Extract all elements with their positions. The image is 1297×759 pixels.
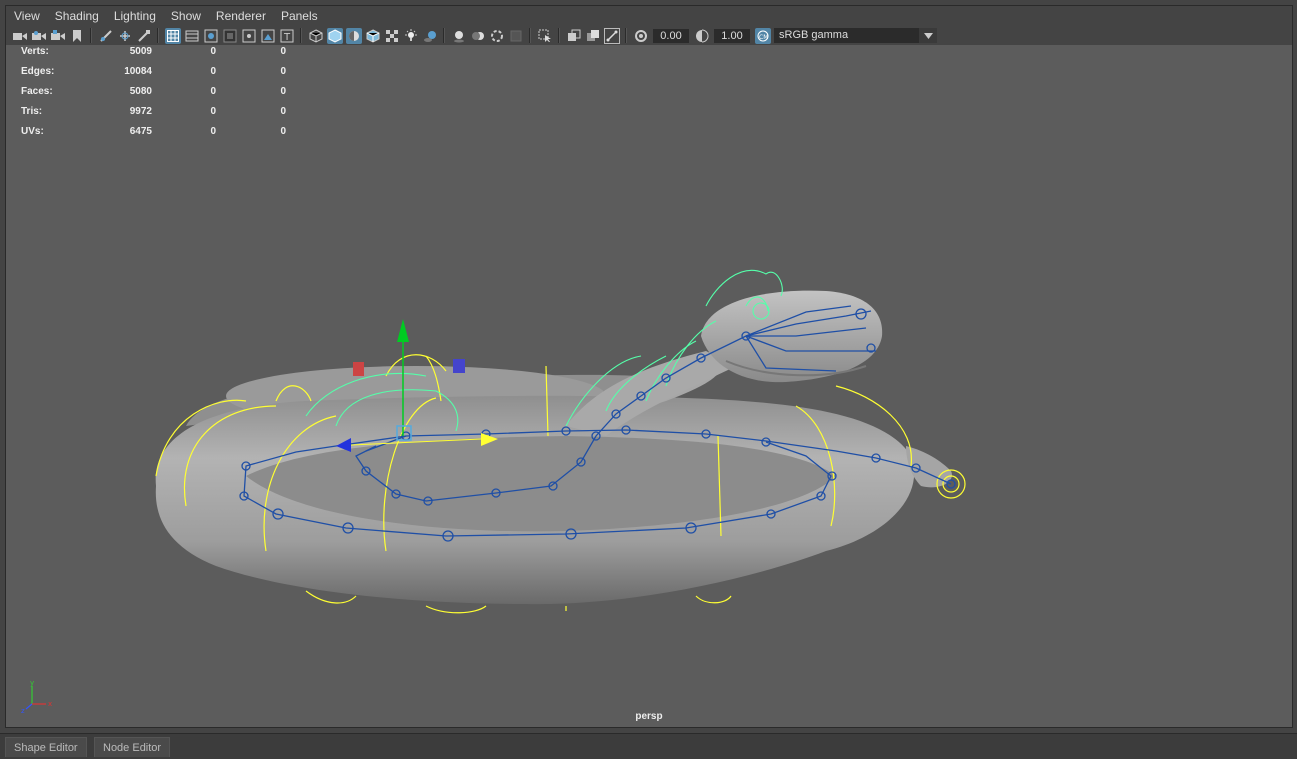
poly-count-hud: Verts: 5009 0 0 Edges: 10084 0 0 Faces: 5080 0 0 Tri… (21, 46, 286, 146)
safe-title-icon[interactable]: T (279, 28, 295, 44)
wireframe-on-shaded-icon[interactable] (365, 28, 381, 44)
hud-value: 0 (210, 86, 216, 97)
hud-row-faces: Faces: 5080 0 0 (21, 86, 286, 106)
hud-value: 5080 (129, 86, 152, 97)
hud-label: Edges: (21, 66, 55, 77)
svg-text:CM: CM (759, 34, 768, 41)
image-plane-icon[interactable] (98, 28, 114, 44)
hud-value: 0 (280, 86, 286, 97)
bottom-tab-bar: Shape Editor Node Editor (0, 733, 1297, 759)
hud-label: Faces: (21, 86, 53, 97)
exposure-field[interactable]: 0.00 (653, 28, 689, 43)
maya-window: View Shading Lighting Show Renderer Panels T (0, 0, 1297, 733)
hud-row-verts: Verts: 5009 0 0 (21, 46, 286, 66)
textured-icon[interactable] (384, 28, 400, 44)
menu-lighting[interactable]: Lighting (109, 6, 166, 26)
viewport-panel[interactable]: View Shading Lighting Show Renderer Panels T (5, 5, 1293, 728)
hud-value: 0 (280, 106, 286, 117)
bookmark-icon[interactable] (50, 28, 66, 44)
safe-action-icon[interactable] (260, 28, 276, 44)
select-camera-icon[interactable] (12, 28, 28, 44)
color-management-icon[interactable]: CM (754, 27, 771, 44)
motion-blur-icon[interactable] (470, 28, 486, 44)
hud-value: 0 (280, 46, 286, 57)
hud-value: 5009 (129, 46, 152, 57)
hud-value: 0 (210, 126, 216, 137)
resolution-gate-icon[interactable] (203, 28, 219, 44)
gamma-icon[interactable] (694, 28, 710, 44)
panel-toolbar: T 0.00 1.00 CM sRGB gamma (6, 26, 1292, 45)
grid-icon[interactable] (164, 27, 181, 44)
hud-label: Verts: (21, 46, 49, 57)
color-space-value: sRGB gamma (774, 28, 919, 43)
smooth-shade-icon[interactable] (326, 27, 343, 44)
xray-joints-icon[interactable] (603, 27, 620, 44)
camera-name-label: persp (635, 711, 663, 722)
anti-aliasing-icon[interactable] (489, 28, 505, 44)
menu-show[interactable]: Show (166, 6, 211, 26)
tab-shape-editor[interactable]: Shape Editor (5, 737, 87, 757)
film-gate-icon[interactable] (184, 28, 200, 44)
hud-row-edges: Edges: 10084 0 0 (21, 66, 286, 86)
menu-renderer[interactable]: Renderer (211, 6, 276, 26)
chevron-down-icon[interactable] (919, 28, 937, 43)
xray-icon[interactable] (566, 28, 582, 44)
xray-active-icon[interactable] (585, 28, 601, 44)
svg-text:T: T (283, 32, 291, 43)
menu-shading[interactable]: Shading (50, 6, 109, 26)
tab-node-editor[interactable]: Node Editor (94, 737, 171, 757)
depth-of-field-icon[interactable] (508, 28, 524, 44)
use-all-lights-icon[interactable] (403, 28, 419, 44)
hud-value: 0 (280, 66, 286, 77)
hud-row-tris: Tris: 9972 0 0 (21, 106, 286, 126)
bookmark-icon[interactable] (69, 28, 85, 44)
image-plane-icon[interactable] (117, 28, 133, 44)
exposure-icon[interactable] (633, 28, 649, 44)
image-plane-icon[interactable] (136, 28, 152, 44)
menu-view[interactable]: View (9, 6, 50, 26)
hud-label: UVs: (21, 126, 44, 137)
hud-value: 0 (210, 66, 216, 77)
panel-menubar: View Shading Lighting Show Renderer Panels (6, 6, 1292, 26)
hud-value: 0 (210, 46, 216, 57)
hud-value: 0 (210, 106, 216, 117)
wireframe-icon[interactable] (308, 28, 324, 44)
color-space-dropdown[interactable]: sRGB gamma (774, 28, 937, 43)
gate-mask-icon[interactable] (222, 28, 238, 44)
hud-row-uvs: UVs: 6475 0 0 (21, 126, 286, 146)
screen-space-ao-icon[interactable] (451, 28, 467, 44)
field-chart-icon[interactable] (241, 28, 257, 44)
hud-label: Tris: (21, 106, 43, 117)
axis-x-label: x (48, 700, 52, 708)
camera-attributes-icon[interactable] (31, 28, 47, 44)
hud-value: 6475 (129, 126, 152, 137)
hud-value: 0 (280, 126, 286, 137)
gamma-field[interactable]: 1.00 (714, 28, 750, 43)
menu-panels[interactable]: Panels (276, 6, 328, 26)
hud-value: 9972 (129, 106, 152, 117)
isolate-select-icon[interactable] (537, 28, 553, 44)
axis-y-label: y (30, 680, 34, 687)
shadows-icon[interactable] (422, 28, 438, 44)
hud-value: 10084 (124, 66, 152, 77)
default-material-icon[interactable] (345, 27, 362, 44)
